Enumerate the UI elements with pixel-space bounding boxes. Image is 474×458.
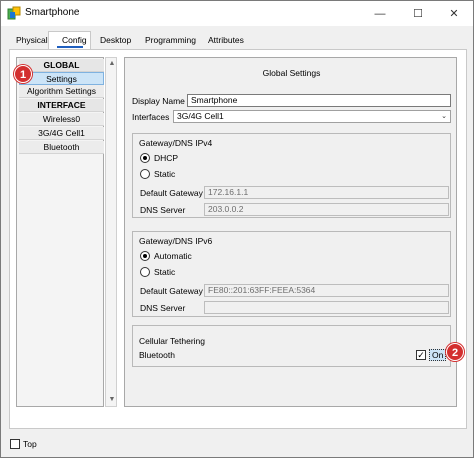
tab-programming[interactable]: Programming <box>145 34 196 48</box>
nav-item-wireless0[interactable]: Wireless0 <box>19 113 104 126</box>
global-settings-panel: Global Settings Display Name Smartphone … <box>124 57 457 407</box>
tab-desktop[interactable]: Desktop <box>100 34 131 48</box>
ipv4-gateway-label: Default Gateway <box>140 188 203 198</box>
interfaces-value: 3G/4G Cell1 <box>177 111 224 121</box>
close-button[interactable]: ✕ <box>435 1 473 26</box>
ipv6-gateway-field[interactable]: FE80::201:63FF:FEEA:5364 <box>204 284 449 297</box>
app-window: Smartphone — ☐ ✕ Physical Config Desktop… <box>0 0 474 458</box>
tethering-group-label: Cellular Tethering <box>139 336 205 346</box>
ipv4-static-radio[interactable] <box>140 169 150 179</box>
ipv6-automatic-label: Automatic <box>154 251 192 261</box>
ipv6-gateway-label: Default Gateway <box>140 286 203 296</box>
ipv4-dhcp-label: DHCP <box>154 153 179 163</box>
step-marker-2: 2 <box>446 343 464 361</box>
minimize-button[interactable]: — <box>361 1 399 26</box>
ipv6-group: Gateway/DNS IPv6 Automatic Static Defaul… <box>132 231 451 317</box>
top-checkbox[interactable] <box>10 439 20 449</box>
bluetooth-tethering-label: Bluetooth <box>139 350 175 360</box>
bluetooth-tethering-checkbox[interactable]: ✓ <box>416 350 426 360</box>
settings-title: Global Settings <box>262 68 321 78</box>
ipv6-dns-label: DNS Server <box>140 303 186 313</box>
ipv6-dns-field[interactable] <box>204 301 449 314</box>
interfaces-select[interactable]: 3G/4G Cell1 ⌄ <box>173 110 451 123</box>
nav-scrollbar[interactable]: ▲ ▼ <box>105 57 117 407</box>
active-tab-indicator <box>57 46 83 48</box>
top-checkbox-label: Top <box>23 439 37 449</box>
chevron-down-icon: ⌄ <box>441 113 447 120</box>
nav-item-bluetooth[interactable]: Bluetooth <box>19 141 104 154</box>
nav-header-interface: INTERFACE <box>19 99 104 112</box>
nav-item-algorithm-settings[interactable]: Algorithm Settings <box>19 85 104 98</box>
title-bar[interactable]: Smartphone — ☐ ✕ <box>1 1 473 26</box>
ipv6-automatic-radio[interactable] <box>140 251 150 261</box>
step-marker-1: 1 <box>14 65 32 83</box>
scroll-down-icon[interactable]: ▼ <box>108 396 116 404</box>
ipv4-gateway-field[interactable]: 172.16.1.1 <box>204 186 449 199</box>
scroll-up-icon[interactable]: ▲ <box>108 60 116 68</box>
display-name-label: Display Name <box>132 96 185 106</box>
ipv4-dns-field[interactable]: 203.0.0.2 <box>204 203 449 216</box>
ipv6-static-radio[interactable] <box>140 267 150 277</box>
ipv4-static-label: Static <box>154 169 176 179</box>
ipv6-static-label: Static <box>154 267 176 277</box>
ipv4-group-label: Gateway/DNS IPv4 <box>139 138 213 148</box>
config-nav-list: GLOBAL Settings Algorithm Settings INTER… <box>16 57 104 407</box>
tab-physical[interactable]: Physical <box>16 34 48 48</box>
smartphone-app-icon <box>7 6 21 20</box>
nav-item-3g4g-cell1[interactable]: 3G/4G Cell1 <box>19 127 104 140</box>
ipv4-dhcp-radio[interactable] <box>140 153 150 163</box>
tab-attributes[interactable]: Attributes <box>208 34 244 48</box>
tethering-group: Cellular Tethering Bluetooth ✓ On <box>132 325 451 367</box>
nav-header-global: GLOBAL <box>19 59 104 72</box>
display-name-field[interactable]: Smartphone <box>187 94 451 107</box>
ipv4-group: Gateway/DNS IPv4 DHCP Static Default Gat… <box>132 133 451 218</box>
bluetooth-on-label[interactable]: On <box>429 349 447 361</box>
window-title: Smartphone <box>25 7 80 18</box>
interfaces-label: Interfaces <box>132 112 170 122</box>
maximize-button[interactable]: ☐ <box>399 1 437 26</box>
ipv4-dns-label: DNS Server <box>140 205 186 215</box>
ipv6-group-label: Gateway/DNS IPv6 <box>139 236 213 246</box>
